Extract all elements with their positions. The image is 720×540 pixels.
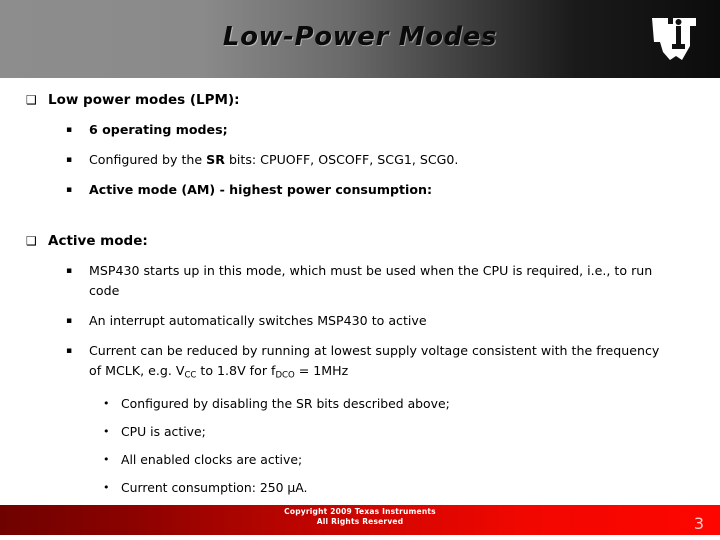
bullet-level2: ▪ Current can be reduced by running at l… — [0, 331, 720, 385]
page-number: 3 — [693, 514, 704, 533]
subscript-dco: DCO — [275, 370, 295, 381]
bullet-level3: • Configured by disabling the SR bits de… — [0, 385, 720, 413]
bullet-text: MSP430 starts up in this mode, which mus… — [89, 263, 653, 298]
round-dot-bullet-icon: • — [103, 481, 110, 495]
subscript-vcc: CC — [184, 370, 197, 381]
slide-footer-banner: Copyright 2009 Texas Instruments All Rig… — [0, 505, 720, 535]
section-heading: Low power modes (LPM): — [48, 92, 240, 108]
bullet-text-pre: Configured by the — [89, 152, 207, 167]
bullet-text: Active mode (AM) - highest power consump… — [89, 182, 433, 197]
footer-base-strip — [0, 535, 720, 540]
hollow-square-bullet-icon: ❑ — [26, 234, 37, 248]
bullet-level2: ▪ An interrupt automatically switches MS… — [0, 301, 720, 331]
section-heading: Active mode: — [48, 233, 148, 249]
bullet-text: Configured by disabling the SR bits desc… — [121, 396, 450, 412]
filled-square-bullet-icon: ▪ — [66, 125, 73, 135]
bullet-text: Current can be reduced by running at low… — [89, 341, 674, 385]
bullet-text: An interrupt automatically switches MSP4… — [89, 313, 427, 328]
bullet-text: Configured by the SR bits: CPUOFF, OSCOF… — [89, 150, 458, 170]
filled-square-bullet-icon: ▪ — [66, 346, 73, 356]
copyright-line-2: All Rights Reserved — [316, 516, 404, 526]
round-dot-bullet-icon: • — [103, 453, 110, 467]
bullet-text: Current consumption: 250 µA. — [121, 480, 308, 496]
round-dot-bullet-icon: • — [103, 397, 110, 411]
filled-square-bullet-icon: ▪ — [66, 316, 73, 326]
bullet-level2: ▪ 6 operating modes; — [0, 110, 720, 140]
bullet-level3: • Current consumption: 250 µA. — [0, 469, 720, 497]
ti-logo — [652, 18, 696, 60]
bullet-text-emphasis: SR — [206, 152, 225, 167]
bullet-text: 6 operating modes; — [89, 122, 228, 137]
page-title: Low-Power Modes — [222, 22, 498, 52]
filled-square-bullet-icon: ▪ — [66, 185, 73, 195]
bullet-text-post: bits: CPUOFF, OSCOFF, SCG1, SCG0. — [224, 152, 459, 167]
round-dot-bullet-icon: • — [103, 425, 110, 439]
slide-header-banner: Low-Power Modes — [0, 0, 720, 78]
filled-square-bullet-icon: ▪ — [66, 155, 73, 165]
bullet-level1: ❑ Low power modes (LPM): — [0, 78, 720, 110]
copyright-line-1: Copyright 2009 Texas Instruments — [284, 507, 436, 516]
bullet-text-pre: Current can be reduced by running at low… — [89, 343, 660, 378]
hollow-square-bullet-icon: ❑ — [26, 93, 37, 107]
bullet-text: All enabled clocks are active; — [121, 452, 303, 468]
bullet-level3: • All enabled clocks are active; — [0, 441, 720, 469]
bullet-level2: ▪ Active mode (AM) - highest power consu… — [0, 170, 720, 200]
bullet-text-post: = 1MHz — [294, 363, 349, 378]
bullet-text: CPU is active; — [121, 424, 206, 440]
bullet-level1: ❑ Active mode: — [0, 219, 720, 251]
bullet-level2: ▪ MSP430 starts up in this mode, which m… — [0, 251, 720, 301]
bullet-level2: ▪ Configured by the SR bits: CPUOFF, OSC… — [0, 140, 720, 170]
filled-square-bullet-icon: ▪ — [66, 266, 73, 276]
bullet-text-mid: to 1.8V for f — [196, 363, 276, 378]
bullet-level3: • CPU is active; — [0, 413, 720, 441]
copyright-notice: Copyright 2009 Texas Instruments All Rig… — [0, 507, 720, 526]
slide-content: ❑ Low power modes (LPM): ▪ 6 operating m… — [0, 78, 720, 505]
